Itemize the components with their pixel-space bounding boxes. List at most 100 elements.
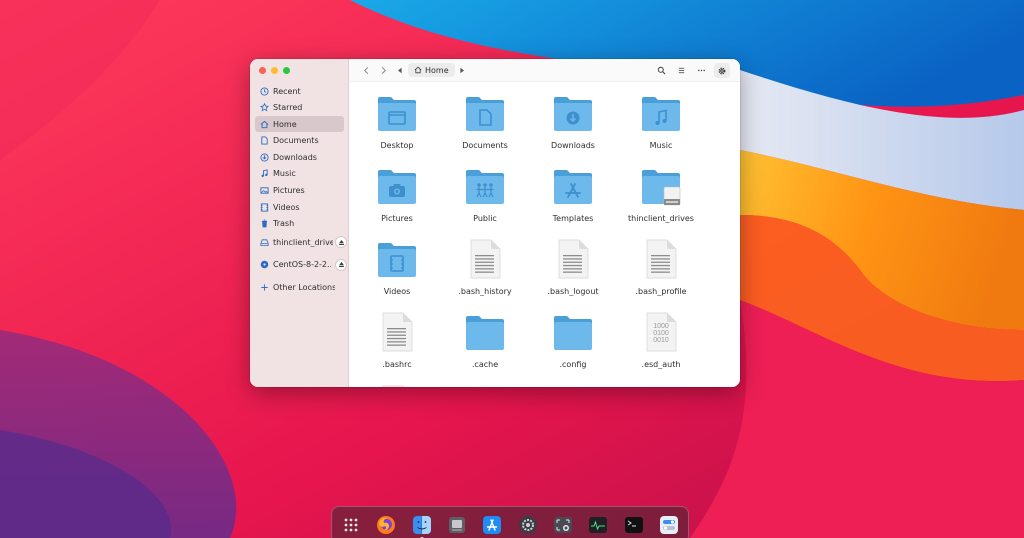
binary-text: 0010: [653, 337, 669, 344]
folder-icon: [464, 311, 506, 353]
eject-button[interactable]: [335, 236, 347, 249]
forward-button[interactable]: [376, 63, 390, 77]
folder-icon: [640, 384, 682, 387]
finder-icon[interactable]: [412, 515, 432, 538]
sidebar-item-thinclient-drives[interactable]: thinclient_drives: [255, 234, 347, 250]
header-bar: Home: [349, 59, 740, 82]
caret-right-icon: [460, 67, 464, 73]
text-file-icon: [464, 238, 506, 280]
file-item[interactable]: Templates: [531, 155, 615, 227]
file-item[interactable]: Videos: [355, 228, 439, 300]
screenshot-icon[interactable]: [553, 515, 573, 535]
main-menu-button[interactable]: [714, 63, 730, 78]
music-note-icon: [260, 169, 269, 178]
file-item-partial[interactable]: [443, 374, 527, 387]
tweaks-icon[interactable]: [659, 515, 679, 535]
file-item-partial[interactable]: [531, 374, 615, 387]
minimize-window-button[interactable]: [271, 67, 278, 74]
file-name: Music: [649, 141, 673, 150]
app-store-icon[interactable]: [482, 515, 502, 535]
search-icon: [657, 66, 665, 75]
close-window-button[interactable]: [259, 67, 266, 74]
sidebar-item-documents[interactable]: Documents: [255, 133, 344, 149]
terminal-icon[interactable]: [624, 515, 644, 535]
file-item-partial[interactable]: [619, 374, 703, 387]
sidebar-item-label: Documents: [273, 136, 319, 146]
sidebar-item-label: Home: [273, 119, 297, 129]
view-options-button[interactable]: [694, 64, 708, 78]
file-item[interactable]: Documents: [443, 82, 527, 154]
sidebar-item-other-locations[interactable]: Other Locations: [255, 280, 344, 296]
main-pane: Home Desktop Documents Downloads Music P…: [349, 59, 740, 387]
sidebar-item-videos[interactable]: Videos: [255, 199, 344, 215]
sidebar-item-pictures[interactable]: Pictures: [255, 183, 344, 199]
path-bar-home[interactable]: Home: [408, 63, 455, 77]
eject-button[interactable]: [335, 258, 347, 271]
file-name: Videos: [383, 287, 411, 296]
image-icon: [260, 186, 269, 195]
sidebar-item-downloads[interactable]: Downloads: [255, 149, 344, 165]
file-item[interactable]: Pictures: [355, 155, 439, 227]
disk-utility-icon[interactable]: [447, 515, 467, 535]
header-actions: [654, 63, 730, 78]
sidebar-item-home[interactable]: Home: [255, 116, 344, 133]
path-scroll-left-button[interactable]: [396, 63, 404, 77]
sidebar-item-trash[interactable]: Trash: [255, 216, 344, 232]
file-item[interactable]: thinclient_drives: [619, 155, 703, 227]
file-name: Downloads: [551, 141, 595, 150]
file-item[interactable]: Desktop: [355, 82, 439, 154]
text-file-icon: [376, 384, 418, 387]
folder-icon: [464, 384, 506, 387]
folder-icon: [464, 92, 506, 134]
file-name: Public: [473, 214, 497, 223]
sidebar-item-recent[interactable]: Recent: [255, 83, 344, 99]
plus-icon: [260, 283, 269, 292]
folder-icon: [552, 384, 594, 387]
back-button[interactable]: [359, 63, 373, 77]
file-name: .bashrc: [382, 360, 412, 369]
clock-icon: [260, 86, 269, 96]
app-grid-icon[interactable]: [341, 515, 361, 535]
disc-icon: [260, 260, 269, 269]
file-name: thinclient_drives: [628, 214, 694, 223]
search-button[interactable]: [654, 64, 668, 78]
file-item[interactable]: Music: [619, 82, 703, 154]
window-controls: [259, 67, 290, 74]
sidebar-item-label: thinclient_drives: [273, 237, 333, 247]
file-name: .bash_history: [458, 287, 512, 296]
chevron-left-icon: [363, 66, 368, 74]
file-item[interactable]: .bash_logout: [531, 228, 615, 300]
sidebar-item-centos[interactable]: CentOS-8-2-2...: [255, 257, 347, 273]
text-file-icon: [376, 311, 418, 353]
file-item[interactable]: .bash_history: [443, 228, 527, 300]
home-icon: [414, 66, 422, 74]
file-item-partial[interactable]: [355, 374, 439, 387]
file-item[interactable]: 1000 0100 0010 .esd_auth: [619, 301, 703, 373]
settings-icon[interactable]: [518, 515, 538, 535]
file-name: Pictures: [381, 214, 413, 223]
file-item[interactable]: Public: [443, 155, 527, 227]
file-item[interactable]: .bash_profile: [619, 228, 703, 300]
folder-icon: [376, 238, 418, 280]
star-icon: [260, 103, 269, 112]
file-item[interactable]: .config: [531, 301, 615, 373]
sidebar-item-music[interactable]: Music: [255, 166, 344, 182]
firefox-icon[interactable]: [376, 515, 396, 535]
trash-icon: [260, 219, 269, 228]
path-scroll-right-button[interactable]: [458, 63, 466, 77]
sidebar-item-label: Pictures: [273, 186, 305, 196]
file-item[interactable]: Downloads: [531, 82, 615, 154]
download-icon: [260, 153, 269, 162]
folder-drive-icon: [640, 165, 682, 207]
activity-monitor-icon[interactable]: [588, 515, 608, 535]
file-item[interactable]: .cache: [443, 301, 527, 373]
file-name: Documents: [462, 141, 508, 150]
maximize-window-button[interactable]: [283, 67, 290, 74]
file-item[interactable]: .bashrc: [355, 301, 439, 373]
sidebar-item-starred[interactable]: Starred: [255, 100, 344, 116]
chevron-right-icon: [381, 66, 386, 74]
view-mode-button[interactable]: [674, 64, 688, 78]
folder-icon: [464, 165, 506, 207]
sidebar-item-label: Starred: [273, 103, 303, 113]
sidebar-item-label: Videos: [273, 202, 300, 212]
